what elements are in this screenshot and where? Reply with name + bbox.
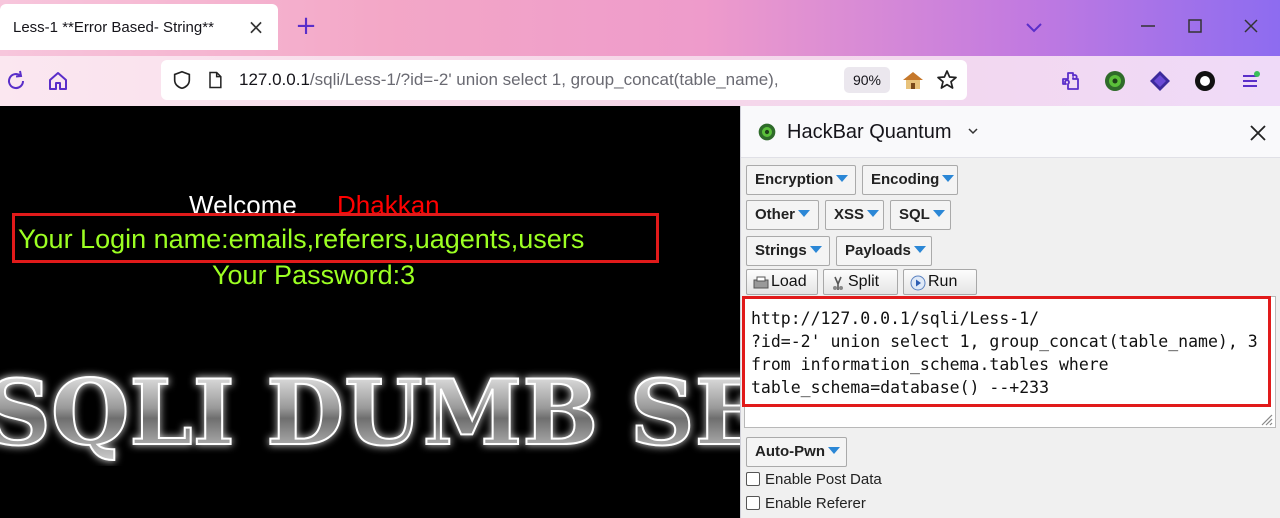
hackbar-header: HackBar Quantum [741,106,1280,158]
enable-referer-label: Enable Referer [765,494,866,512]
encoding-menu[interactable]: Encoding [862,165,958,195]
password-result: Your Password:3 [212,260,416,290]
list-tabs-chevron-icon[interactable] [1022,16,1046,40]
dropdown-triangle-icon [809,245,822,253]
strings-menu[interactable]: Strings [746,236,830,266]
close-tab-icon[interactable]: × [246,17,266,37]
query-line: http://127.0.0.1/sqli/Less-1/ [751,309,1040,328]
minimize-icon[interactable] [1136,14,1160,38]
sql-label: SQL [899,206,930,223]
textarea-resize-handle-icon[interactable] [1257,410,1273,426]
home-icon[interactable] [46,69,70,93]
zoom-level-badge[interactable]: 90% [844,67,890,93]
house-extension-icon[interactable] [901,69,925,91]
split-label: Split [848,273,880,290]
encryption-label: Encryption [755,171,834,188]
encryption-menu[interactable]: Encryption [746,165,856,195]
play-icon [910,275,926,291]
address-bar[interactable]: 127.0.0.1/sqli/Less-1/?id=-2' union sele… [161,60,967,100]
hackbar-title[interactable]: HackBar Quantum [787,121,952,144]
other-menu[interactable]: Other [746,200,819,230]
encoding-label: Encoding [871,171,940,188]
sql-menu[interactable]: SQL [890,200,951,230]
dropdown-triangle-icon [867,209,880,217]
maximize-icon[interactable] [1183,14,1207,38]
dropdown-triangle-icon [942,174,955,182]
query-text[interactable]: http://127.0.0.1/sqli/Less-1/ ?id=-2' uni… [751,307,1271,399]
sqli-dumb-series-banner: SQLI DUMB SERIES [0,359,740,466]
layers-extension-icon[interactable] [1148,69,1172,93]
query-line: table_schema=database() --+233 [751,378,1050,397]
dropdown-triangle-icon [798,209,811,217]
auto-pwn-label: Auto-Pwn [755,443,825,460]
execute-run-button[interactable]: Run [903,269,977,295]
enable-post-data-label: Enable Post Data [765,470,882,488]
new-tab-icon[interactable]: + [294,13,318,39]
url-text[interactable]: 127.0.0.1/sqli/Less-1/?id=-2' union sele… [239,70,829,90]
tab-title: Less-1 **Error Based- String** [13,18,214,36]
app-menu-icon[interactable] [1238,69,1262,93]
xss-label: XSS [834,206,865,223]
strings-label: Strings [755,242,807,259]
enable-referer-checkbox[interactable] [746,496,760,510]
query-line: from information_schema.tables where [751,355,1109,374]
bookmark-star-icon[interactable] [935,68,959,92]
xss-menu[interactable]: XSS [825,200,884,230]
load-url-button[interactable]: Load [746,269,818,295]
url-path: /sqli/Less-1/?id=-2' union select 1, gro… [309,70,779,89]
hackbar-extension-icon[interactable] [1103,69,1127,93]
payloads-label: Payloads [845,242,911,259]
load-label: Load [771,273,807,290]
login-name-result: Your Login name:emails,referers,uagents,… [18,224,585,254]
navigation-bar: 127.0.0.1/sqli/Less-1/?id=-2' union sele… [0,56,1280,106]
circle-extension-icon[interactable] [1193,69,1217,93]
extensions-icon[interactable] [1059,69,1083,93]
sidebar-switcher-chevron-icon[interactable] [967,125,979,137]
tab-strip: Less-1 **Error Based- String** × + [0,0,1280,56]
url-query-textarea[interactable]: http://127.0.0.1/sqli/Less-1/ ?id=-2' uni… [744,296,1276,428]
tracking-protection-shield-icon[interactable] [171,69,193,91]
reload-icon[interactable] [4,69,28,93]
url-host: 127.0.0.1 [239,70,310,89]
query-line: ?id=-2' union select 1, group_concat(tab… [751,332,1258,351]
other-label: Other [755,206,796,223]
run-label: Run [928,273,958,290]
dropdown-triangle-icon [913,245,926,253]
hackbar-logo-icon [758,123,776,141]
browser-tab[interactable]: Less-1 **Error Based- String** × [0,4,278,50]
split-url-button[interactable]: Split [823,269,898,295]
banner-text: SQLI DUMB SERIES [0,360,740,466]
auto-pwn-menu[interactable]: Auto-Pwn [746,437,847,467]
dropdown-triangle-icon [932,209,945,217]
page-content: Welcome Dhakkan Your Login name:emails,r… [0,106,740,518]
enable-post-data-option[interactable]: Enable Post Data [746,469,882,489]
page-info-icon[interactable] [205,70,225,90]
split-icon [833,276,843,290]
close-window-icon[interactable] [1239,14,1263,38]
enable-referer-option[interactable]: Enable Referer [746,493,866,513]
dropdown-triangle-icon [827,446,840,454]
close-sidebar-icon[interactable] [1247,122,1269,144]
load-icon [753,276,769,289]
payloads-menu[interactable]: Payloads [836,236,932,266]
dropdown-triangle-icon [836,174,849,182]
enable-post-data-checkbox[interactable] [746,472,760,486]
